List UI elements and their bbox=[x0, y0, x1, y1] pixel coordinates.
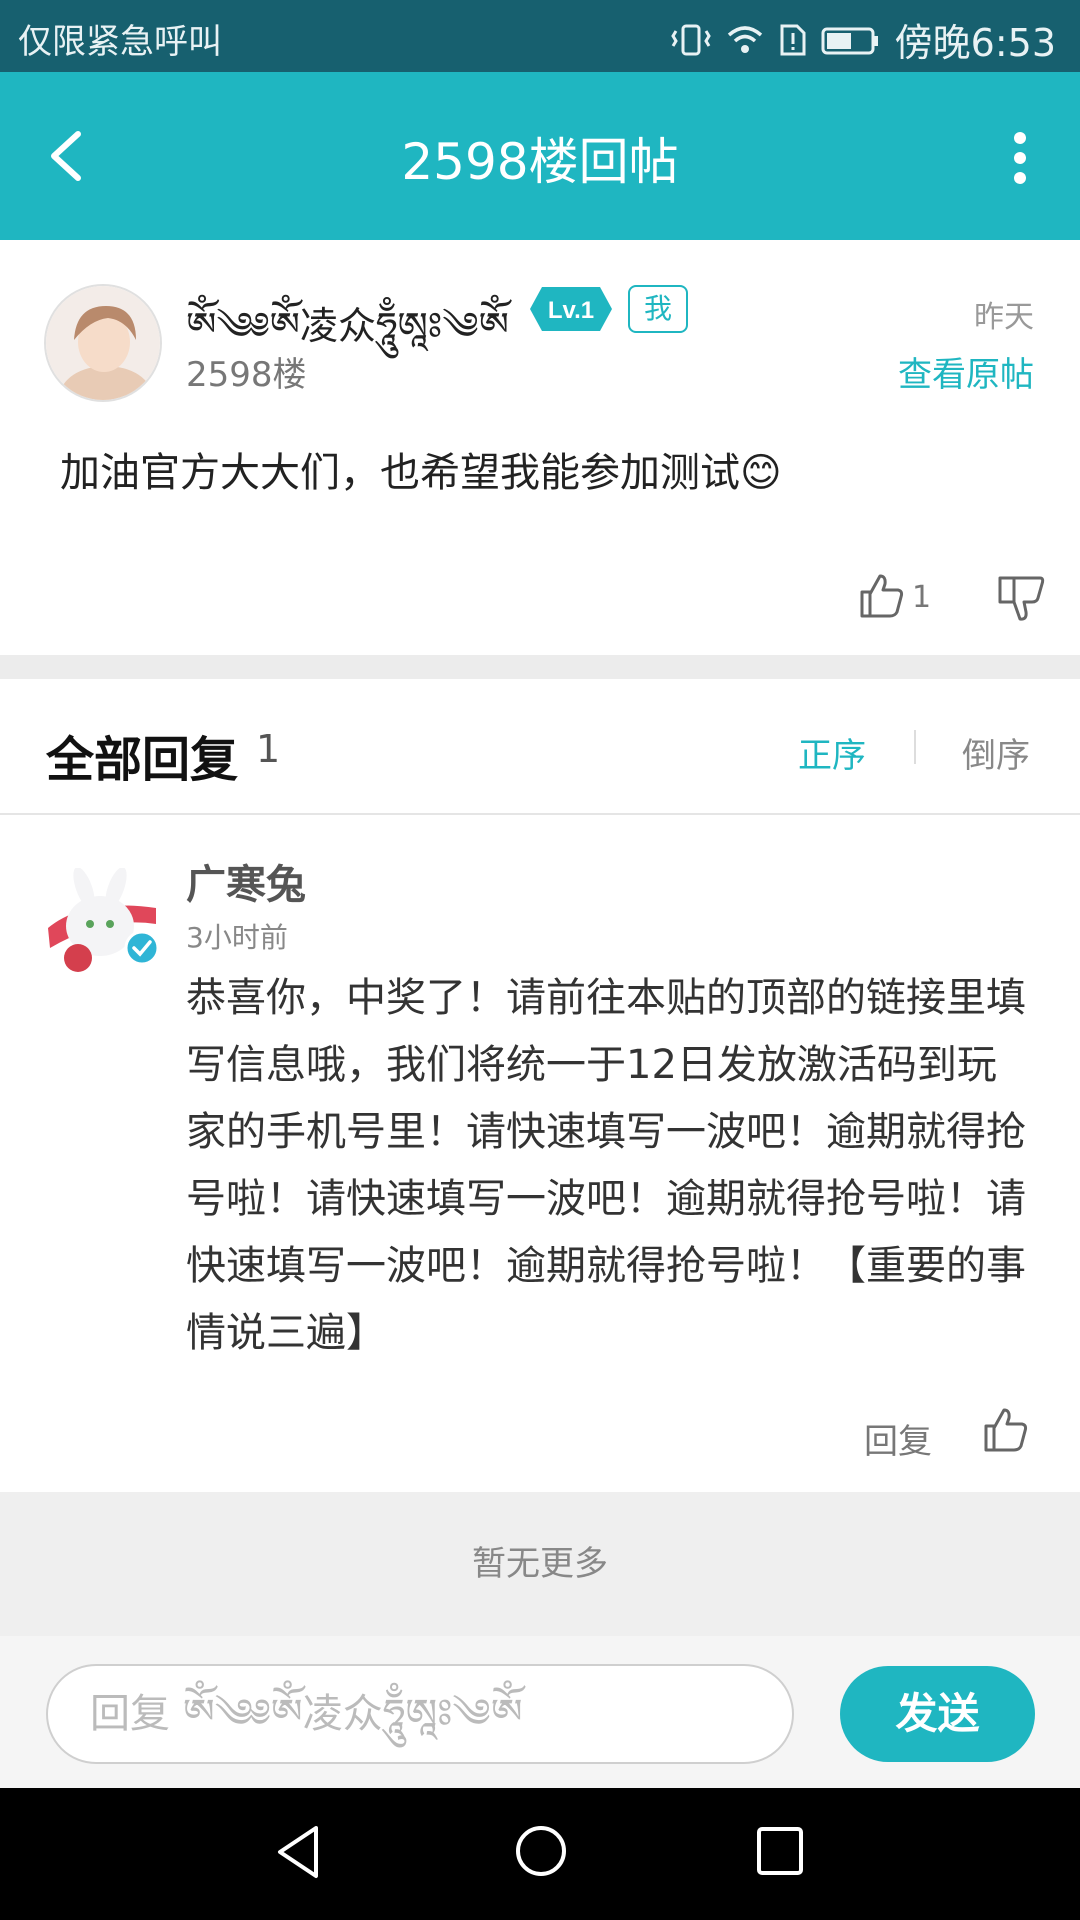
post-content: 加油官方大大们，也希望我能参加测试😊 bbox=[60, 450, 782, 496]
post-floor: 2598楼 bbox=[186, 355, 307, 395]
section-divider bbox=[0, 655, 1080, 679]
thumb-down-icon[interactable] bbox=[996, 574, 1046, 624]
sort-desc-tab[interactable]: 倒序 bbox=[962, 728, 1030, 777]
nav-home-icon[interactable] bbox=[514, 1824, 568, 1878]
system-nav-bar bbox=[0, 1788, 1080, 1920]
avatar[interactable] bbox=[44, 284, 162, 402]
reply-time: 3小时前 bbox=[186, 921, 288, 954]
reply-avatar[interactable] bbox=[44, 867, 162, 978]
nav-recents-icon[interactable] bbox=[756, 1826, 804, 1876]
no-more-text: 暂无更多 bbox=[0, 1492, 1080, 1636]
wifi-icon bbox=[727, 25, 762, 53]
reply-input[interactable]: 回复 ༀ༄༅ཨོཾ凌众ཧཱུྃཨཱཿ༄ༀ bbox=[46, 1664, 794, 1764]
clock-text: 傍晚6:53 bbox=[894, 21, 1056, 65]
level-text: Lv.1 bbox=[548, 297, 594, 324]
more-vertical-icon[interactable] bbox=[1000, 128, 1040, 188]
page-title: 2598楼回帖 bbox=[401, 133, 679, 191]
send-button[interactable]: 发送 bbox=[840, 1666, 1035, 1762]
vibrate-icon bbox=[670, 24, 711, 55]
view-original-link[interactable]: 查看原帖 bbox=[898, 347, 1034, 396]
thumb-up-icon[interactable] bbox=[856, 570, 906, 620]
reply-thumb-up-icon[interactable] bbox=[980, 1404, 1030, 1454]
sort-asc-tab[interactable]: 正序 bbox=[798, 728, 866, 777]
like-count: 1 bbox=[912, 580, 932, 615]
reply-content: 恭喜你，中奖了！请前往本贴的顶部的链接里填写信息哦，我们将统一于12日发放激活码… bbox=[186, 975, 1026, 1356]
battery-icon bbox=[821, 27, 878, 54]
post-time: 昨天 bbox=[974, 300, 1034, 335]
me-badge: 我 bbox=[628, 285, 688, 333]
status-bar: 仅限紧急呼叫 傍晚6:53 bbox=[0, 0, 1080, 72]
reply-username[interactable]: 广寒兔 bbox=[186, 852, 306, 910]
carrier-text: 仅限紧急呼叫 bbox=[18, 22, 222, 62]
replies-count: 1 bbox=[256, 727, 281, 771]
app-bar: 2598楼回帖 bbox=[0, 72, 1080, 240]
level-badge: Lv.1 bbox=[530, 287, 612, 331]
nav-back-icon[interactable] bbox=[274, 1824, 324, 1880]
sort-divider bbox=[914, 730, 916, 764]
header-divider bbox=[0, 813, 1080, 815]
replies-title: 全部回复 bbox=[46, 732, 239, 788]
status-icons: 傍晚6:53 bbox=[670, 12, 1056, 67]
verified-badge-icon bbox=[124, 930, 160, 966]
sim-alert-icon bbox=[780, 24, 806, 55]
reply-button[interactable]: 回复 bbox=[864, 1414, 932, 1463]
